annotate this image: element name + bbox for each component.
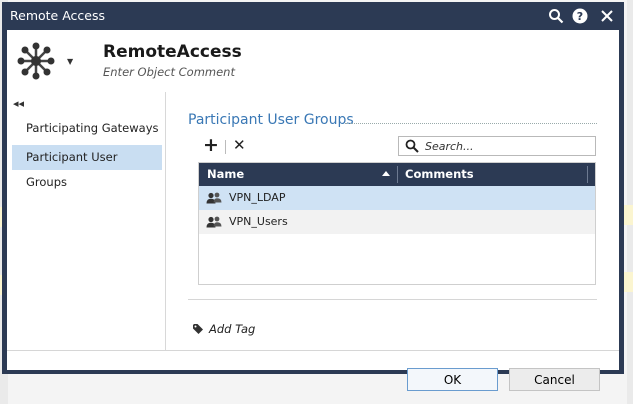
tags-divider — [188, 299, 597, 300]
section-title: Participant User Groups — [188, 112, 354, 128]
column-separator[interactable] — [587, 166, 588, 183]
tag-icon — [193, 324, 203, 334]
footer-divider — [7, 350, 619, 351]
column-header-comments[interactable]: Comments — [405, 163, 474, 186]
table-row[interactable]: VPN_Users — [199, 210, 595, 234]
close-icon[interactable] — [598, 7, 616, 25]
main-content: Participant User Groups + ✕ Name Comment… — [185, 92, 597, 350]
search-icon[interactable] — [547, 7, 565, 25]
column-header-name[interactable]: Name — [207, 163, 244, 186]
table-header: Name Comments — [199, 163, 595, 186]
toolbar-separator — [225, 140, 226, 154]
ok-button[interactable]: OK — [407, 368, 498, 391]
object-header: ▼ RemoteAccess Enter Object Comment — [7, 30, 619, 92]
sidebar-item-participant-user-groups[interactable]: Participant User Groups — [12, 145, 162, 189]
background-highlight-band — [624, 205, 633, 225]
help-icon[interactable]: ? — [571, 7, 589, 25]
dialog-titlebar: Remote Access ? — [2, 2, 624, 29]
background-window-edge-right — [627, 0, 633, 404]
section-divider — [345, 123, 597, 124]
dialog-body: ▼ RemoteAccess Enter Object Comment ◂◂ P… — [7, 30, 619, 391]
user-group-icon — [206, 192, 222, 204]
sidebar: ◂◂ Participating Gateways Participant Us… — [7, 92, 166, 350]
row-name: VPN_LDAP — [229, 191, 286, 204]
cancel-button[interactable]: Cancel — [509, 368, 600, 391]
sort-ascending-icon[interactable] — [382, 171, 390, 176]
user-groups-table: Name Comments VPN_LDAP VPN_Users — [198, 162, 596, 285]
row-name: VPN_Users — [229, 215, 288, 228]
search-input[interactable] — [425, 139, 591, 153]
object-comment-field[interactable]: Enter Object Comment — [103, 65, 235, 79]
collapse-sidebar-icon[interactable]: ◂◂ — [13, 97, 24, 110]
remote-access-dialog: Remote Access ? ▼ RemoteAccess Enter Obj… — [2, 2, 624, 391]
object-menu-chevron-down-icon[interactable]: ▼ — [67, 57, 73, 66]
remote-access-community-icon — [17, 42, 55, 80]
dialog-title: Remote Access — [10, 8, 105, 23]
user-group-icon — [206, 216, 222, 228]
column-separator[interactable] — [397, 166, 398, 183]
table-row[interactable]: VPN_LDAP — [199, 186, 595, 210]
add-icon[interactable]: + — [203, 134, 219, 156]
search-box — [398, 136, 596, 156]
add-tag-label: Add Tag — [209, 322, 256, 336]
background-highlight-band — [624, 272, 633, 292]
remove-icon[interactable]: ✕ — [233, 136, 246, 154]
object-name[interactable]: RemoteAccess — [103, 42, 242, 62]
sidebar-item-participating-gateways[interactable]: Participating Gateways — [12, 116, 162, 141]
svg-text:?: ? — [577, 10, 583, 23]
search-icon — [405, 139, 419, 153]
